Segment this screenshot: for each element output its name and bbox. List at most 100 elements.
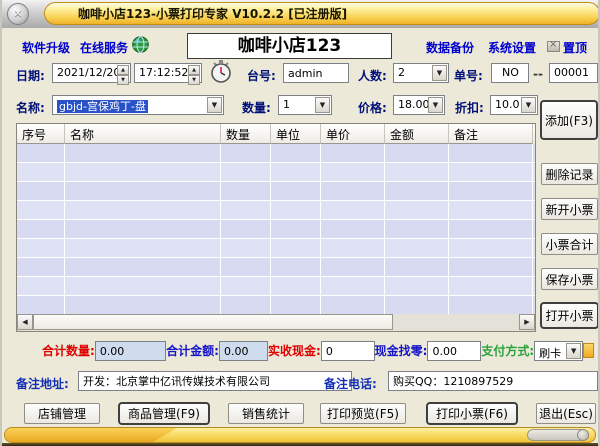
remark-address-input[interactable] <box>78 371 352 391</box>
table-no-input[interactable] <box>283 63 349 83</box>
table-cell <box>321 144 385 162</box>
table-row[interactable] <box>17 220 535 239</box>
people-combo[interactable]: 2 ▼ <box>393 63 449 83</box>
table-row[interactable] <box>17 144 535 163</box>
table-row[interactable] <box>17 296 535 315</box>
table-cell <box>385 239 449 257</box>
table-cell <box>65 239 221 257</box>
window-title: 咖啡小店123-小票打印专家 V10.2.2 [已注册版] <box>78 3 347 25</box>
table-row[interactable] <box>17 239 535 258</box>
table-row[interactable] <box>17 163 535 182</box>
spin-down-icon: ▼ <box>188 75 200 85</box>
change-input[interactable]: 0.00 <box>427 341 481 361</box>
table-row[interactable] <box>17 201 535 220</box>
column-header[interactable]: 名称 <box>65 124 221 144</box>
table-cell <box>321 182 385 200</box>
title-bar[interactable]: ✕ 咖啡小店123-小票打印专家 V10.2.2 [已注册版] <box>0 0 600 28</box>
payment-method-label: 支付方式: <box>481 342 534 359</box>
payment-more-button[interactable] <box>583 343 594 358</box>
chevron-down-icon[interactable]: ▼ <box>521 97 536 113</box>
add-button[interactable]: 添加(F3) <box>540 100 598 140</box>
table-cell <box>65 296 221 314</box>
table-cell <box>17 163 65 181</box>
menu-pin-top[interactable]: 置顶 <box>563 39 587 56</box>
table-body <box>17 144 535 315</box>
table-cell <box>385 201 449 219</box>
qty-combo[interactable]: 1 ▼ <box>278 95 332 115</box>
window-control-button[interactable]: ✕ <box>7 3 29 25</box>
order-no-prefix-field[interactable]: NO <box>491 63 529 83</box>
sales-stats-button[interactable]: 销售统计 <box>228 403 304 424</box>
change-label: 现金找零: <box>375 342 428 359</box>
payment-combo[interactable]: 刷卡 ▼ <box>534 341 583 361</box>
table-cell <box>65 201 221 219</box>
chevron-down-icon[interactable]: ▼ <box>428 97 443 113</box>
qty-label: 数量: <box>242 99 271 116</box>
table-cell <box>271 239 321 257</box>
scrollbar-thumb[interactable] <box>33 314 393 330</box>
price-combo[interactable]: 18.00 ▼ <box>393 95 445 115</box>
table-cell <box>385 144 449 162</box>
chevron-down-icon[interactable]: ▼ <box>207 97 222 113</box>
delete-record-button[interactable]: 删除记录 <box>541 163 598 185</box>
horizontal-scrollbar[interactable]: ◀ ▶ <box>17 314 535 331</box>
table-row[interactable] <box>17 277 535 296</box>
stopwatch-icon[interactable] <box>208 58 234 84</box>
product-manage-button[interactable]: 商品管理(F9) <box>118 402 210 425</box>
cash-received-input[interactable]: 0 <box>321 341 375 361</box>
globe-icon[interactable] <box>132 36 149 53</box>
menu-data-backup[interactable]: 数据备份 <box>426 39 474 56</box>
menu-system-settings[interactable]: 系统设置 <box>488 39 536 56</box>
open-receipt-button[interactable]: 打开小票 <box>540 302 599 329</box>
print-preview-button[interactable]: 打印预览(F5) <box>320 403 406 424</box>
table-cell <box>321 296 385 314</box>
shop-name-box: 咖啡小店123 <box>187 33 392 59</box>
chevron-down-icon[interactable]: ▼ <box>315 97 330 113</box>
table-cell <box>271 277 321 295</box>
date-spin-buttons[interactable]: ▲▼ <box>117 65 129 81</box>
table-row[interactable] <box>17 258 535 277</box>
column-header[interactable]: 序号 <box>17 124 65 144</box>
table-cell <box>65 277 221 295</box>
chevron-down-icon[interactable]: ▼ <box>566 343 581 359</box>
discount-combo[interactable]: 10.0 ▼ <box>490 95 538 115</box>
menu-software-upgrade[interactable]: 软件升级 <box>22 39 70 56</box>
column-header[interactable]: 备注 <box>449 124 533 144</box>
close-icon: ✕ <box>13 7 22 20</box>
shop-manage-button[interactable]: 店铺管理 <box>24 403 100 424</box>
table-row[interactable] <box>17 182 535 201</box>
pin-icon[interactable] <box>547 41 560 52</box>
chevron-down-icon[interactable]: ▼ <box>432 65 447 81</box>
table-cell <box>449 201 533 219</box>
column-header[interactable]: 单位 <box>271 124 321 144</box>
item-name-combo[interactable]: gbjd-宫保鸡丁-盘 ▼ <box>52 95 224 115</box>
time-spinner[interactable]: 17:12:52 ▲▼ <box>134 63 202 83</box>
exit-button[interactable]: 退出(Esc) <box>536 403 596 424</box>
table-cell <box>321 220 385 238</box>
column-header[interactable]: 单价 <box>321 124 385 144</box>
table-cell <box>271 296 321 314</box>
remark-phone-label: 备注电话: <box>324 375 377 392</box>
remark-phone-input[interactable] <box>388 371 598 391</box>
table-cell <box>271 144 321 162</box>
scroll-right-icon[interactable]: ▶ <box>519 314 535 330</box>
table-cell <box>65 220 221 238</box>
table-cell <box>65 182 221 200</box>
resize-grip[interactable] <box>527 429 589 441</box>
table-cell <box>65 163 221 181</box>
table-cell <box>271 163 321 181</box>
column-header[interactable]: 金额 <box>385 124 449 144</box>
table-cell <box>449 296 533 314</box>
receipt-total-button[interactable]: 小票合计 <box>541 233 598 255</box>
save-receipt-button[interactable]: 保存小票 <box>541 268 598 290</box>
date-spinner[interactable]: 2021/12/20 ▲▼ <box>52 63 131 83</box>
table-cell <box>449 258 533 276</box>
spin-down-icon: ▼ <box>117 75 129 85</box>
column-header[interactable]: 数量 <box>221 124 271 144</box>
menu-online-service[interactable]: 在线服务 <box>80 39 128 56</box>
print-receipt-button[interactable]: 打印小票(F6) <box>426 402 518 425</box>
scroll-left-icon[interactable]: ◀ <box>17 314 33 330</box>
time-spin-buttons[interactable]: ▲▼ <box>188 65 200 81</box>
new-receipt-button[interactable]: 新开小票 <box>541 198 598 220</box>
order-no-field[interactable]: 00001 <box>549 63 598 83</box>
